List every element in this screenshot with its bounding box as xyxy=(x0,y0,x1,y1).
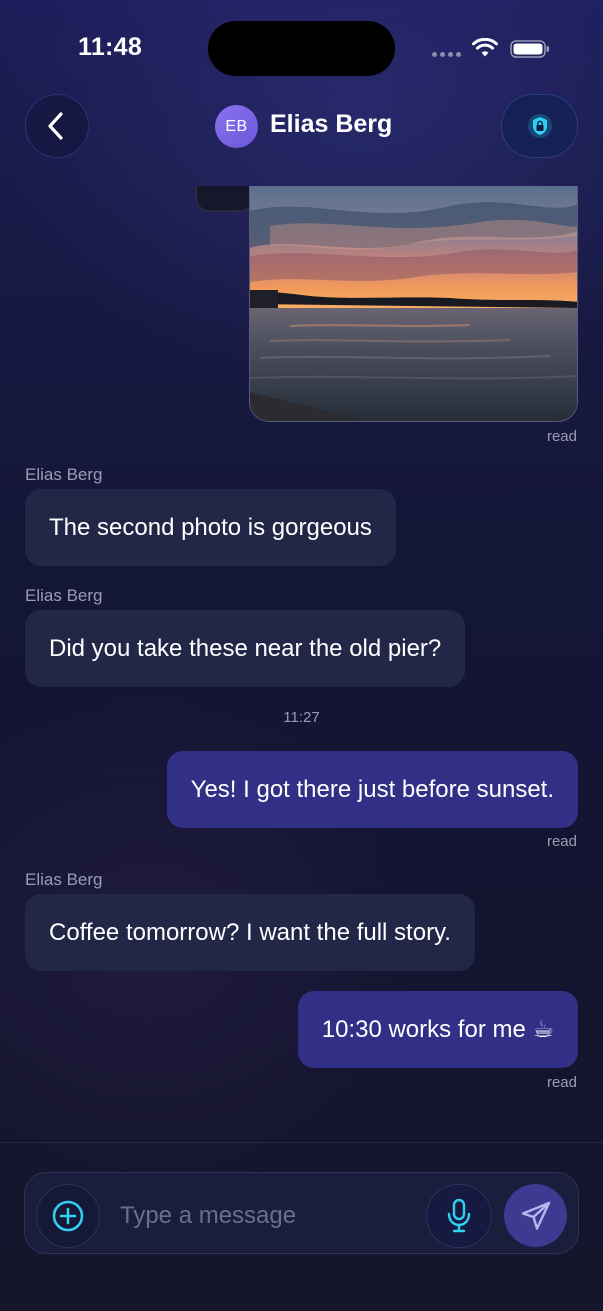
voice-message-button[interactable] xyxy=(426,1184,492,1248)
back-button[interactable] xyxy=(25,94,89,158)
plus-circle-icon xyxy=(52,1200,84,1232)
chat-screen: 11:48 EB Elias Berg read Elias Berg The … xyxy=(0,0,603,1311)
send-button[interactable] xyxy=(504,1184,567,1247)
sunset-photo-image xyxy=(250,186,577,421)
lock-shield-icon xyxy=(527,114,552,138)
incoming-message-bubble[interactable]: Did you take these near the old pier? xyxy=(25,610,466,687)
read-receipt: read xyxy=(546,1074,577,1091)
time-separator: 11:27 xyxy=(283,709,320,726)
microphone-icon xyxy=(447,1198,471,1233)
cellular-signal-icon xyxy=(432,52,462,58)
message-sender: Elias Berg xyxy=(25,586,103,605)
outgoing-message-bubble[interactable]: 10:30 works for me ☕ xyxy=(297,991,578,1068)
message-input[interactable] xyxy=(120,1196,410,1236)
dynamic-island xyxy=(208,21,395,76)
attach-button[interactable] xyxy=(36,1184,100,1248)
status-time: 11:48 xyxy=(78,33,143,61)
message-sender: Elias Berg xyxy=(25,465,103,484)
read-receipt: read xyxy=(546,428,577,445)
message-sender: Elias Berg xyxy=(25,870,103,889)
wifi-icon xyxy=(472,38,498,57)
previous-message-bubble[interactable] xyxy=(195,186,255,212)
read-receipt: read xyxy=(546,833,577,850)
encryption-button[interactable] xyxy=(501,94,578,158)
chevron-left-icon xyxy=(48,112,63,140)
paper-plane-icon xyxy=(521,1201,550,1230)
avatar[interactable]: EB xyxy=(215,105,258,148)
incoming-message-bubble[interactable]: The second photo is gorgeous xyxy=(25,489,396,566)
battery-icon xyxy=(510,40,549,58)
contact-name[interactable]: Elias Berg xyxy=(270,110,392,139)
composer-divider xyxy=(0,1142,603,1143)
sunset-photo-message[interactable] xyxy=(249,186,578,422)
outgoing-message-bubble[interactable]: Yes! I got there just before sunset. xyxy=(166,751,578,828)
incoming-message-bubble[interactable]: Coffee tomorrow? I want the full story. xyxy=(25,894,475,971)
